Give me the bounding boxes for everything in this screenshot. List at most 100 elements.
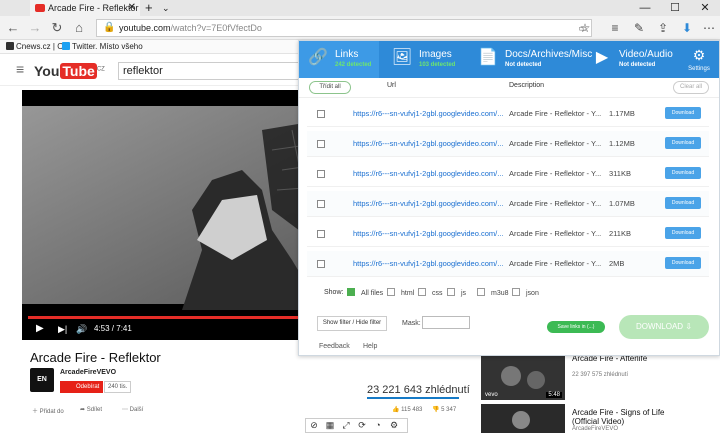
youtube-search-input[interactable]: reflektor xyxy=(118,62,300,80)
download-button[interactable]: Download xyxy=(665,257,701,269)
row-description: Arcade Fire - Reflektor - Y... xyxy=(509,229,602,238)
row-url[interactable]: https://r6---sn-vufvj1-2gbl.googlevideo.… xyxy=(353,229,503,238)
filter-html[interactable]: html xyxy=(387,288,414,297)
add-to-button[interactable]: ＋ Přidat do xyxy=(32,406,64,415)
filter-json[interactable]: json xyxy=(512,288,539,297)
tab-docs[interactable]: 📄 Docs/Archives/Misc Not detected xyxy=(469,41,592,78)
floating-toolbar: ⊘ ▦ ⤢ ⟳ ◔ ⚙ xyxy=(305,418,408,433)
download-all-button[interactable]: DOWNLOAD ⇩ xyxy=(619,315,709,339)
links-table-header: Třídit all Url Description Clear all xyxy=(299,78,719,98)
download-button[interactable]: Download xyxy=(665,197,701,209)
browser-tab[interactable]: Arcade Fire - Reflektor ✕ xyxy=(30,0,140,16)
toggle-filter-button[interactable]: Show filter / Hide filter xyxy=(317,316,387,331)
youtube-logo[interactable]: You Tube CZ xyxy=(34,63,105,79)
feedback-link[interactable]: Feedback xyxy=(319,343,350,350)
tab-video-audio[interactable]: ▶ Video/Audio Not detected xyxy=(583,41,679,78)
row-checkbox[interactable] xyxy=(317,170,325,178)
related-duration: 5:48 xyxy=(546,392,562,398)
table-row: https://r6---sn-vufvj1-2gbl.googlevideo.… xyxy=(307,221,709,247)
like-button[interactable]: 👍 115 483 xyxy=(392,406,422,413)
cnews-icon xyxy=(6,42,14,50)
refresh-icon[interactable]: ↻ xyxy=(48,16,66,40)
channel-avatar[interactable]: EN xyxy=(30,368,54,392)
twitter-icon xyxy=(62,42,70,50)
forward-icon[interactable]: → xyxy=(26,16,44,40)
share-button[interactable]: ➦ Sdílet xyxy=(80,406,102,413)
settings-icon[interactable]: ⚙ xyxy=(386,419,402,432)
tab-images[interactable]: 🖼 Images 103 detected xyxy=(383,41,465,78)
row-checkbox[interactable] xyxy=(317,110,325,118)
download-extension-panel: 🔗 Links 242 detected 🖼 Images 103 detect… xyxy=(298,40,720,356)
row-checkbox[interactable] xyxy=(317,140,325,148)
filter-all-files[interactable]: All files xyxy=(347,288,383,297)
home-icon[interactable]: ⌂ xyxy=(70,16,88,40)
dislike-button[interactable]: 👎 5 347 xyxy=(432,406,456,413)
back-icon[interactable]: ← xyxy=(4,16,22,40)
channel-name[interactable]: ArcadeFireVEVO xyxy=(60,369,116,376)
row-checkbox[interactable] xyxy=(317,230,325,238)
filter-checkbox[interactable] xyxy=(347,288,355,296)
play-icon[interactable]: ▶ xyxy=(36,318,44,340)
row-url[interactable]: https://r6---sn-vufvj1-2gbl.googlevideo.… xyxy=(353,139,503,148)
favorite-twitter[interactable]: Twitter. Místo všeho xyxy=(62,40,143,54)
hub-icon[interactable]: ≡ xyxy=(606,16,624,40)
mask-input[interactable] xyxy=(422,316,470,329)
address-bar[interactable]: 🔒 youtube.com/watch?v=7E0fVfectDo ▭ xyxy=(96,19,592,37)
tab-list-icon[interactable]: ⌄ xyxy=(162,0,170,16)
related-meta: ArcadeFireVEVO xyxy=(572,426,619,432)
volume-icon[interactable]: 🔊 xyxy=(76,318,87,340)
settings-button[interactable]: ⚙ Settings xyxy=(679,41,719,78)
select-all-button[interactable]: Třídit all xyxy=(309,81,351,94)
favorite-cnews[interactable]: Cnews.cz | Od xyxy=(6,40,68,54)
next-icon[interactable]: ▶| xyxy=(58,318,67,340)
related-thumbnail[interactable]: 5:48 xyxy=(481,392,565,433)
new-tab-button[interactable]: + xyxy=(145,0,153,16)
filter-css[interactable]: css xyxy=(418,288,443,297)
refresh-icon[interactable]: ⟳ xyxy=(354,419,370,432)
row-url[interactable]: https://r6---sn-vufvj1-2gbl.googlevideo.… xyxy=(353,169,503,178)
filter-checkbox[interactable] xyxy=(447,288,455,296)
filter-checkbox[interactable] xyxy=(418,288,426,296)
save-links-button[interactable]: Save links in (...) xyxy=(547,321,605,333)
more-icon[interactable]: ⋯ xyxy=(700,16,718,40)
filter-checkbox[interactable] xyxy=(512,288,520,296)
help-link[interactable]: Help xyxy=(363,343,377,350)
minimize-button[interactable]: — xyxy=(630,0,660,16)
filter-checkbox[interactable] xyxy=(387,288,395,296)
block-icon[interactable]: ⊘ xyxy=(306,419,322,432)
filter-js[interactable]: js xyxy=(447,288,466,297)
row-url[interactable]: https://r6---sn-vufvj1-2gbl.googlevideo.… xyxy=(353,259,503,268)
download-button[interactable]: Download xyxy=(665,137,701,149)
show-label: Show: xyxy=(324,289,344,296)
row-url[interactable]: https://r6---sn-vufvj1-2gbl.googlevideo.… xyxy=(353,109,503,118)
view-count: 23 221 643 zhlédnutí xyxy=(367,384,470,396)
download-button[interactable]: Download xyxy=(665,107,701,119)
favorite-star-icon[interactable]: ☆ xyxy=(576,16,594,40)
row-checkbox[interactable] xyxy=(317,200,325,208)
menu-icon[interactable]: ≡ xyxy=(16,61,24,77)
maximize-button[interactable]: ☐ xyxy=(660,0,690,16)
notes-icon[interactable]: ✎ xyxy=(630,16,648,40)
row-checkbox[interactable] xyxy=(317,260,325,268)
tab-links[interactable]: 🔗 Links 242 detected xyxy=(299,41,379,78)
subscribe-button[interactable]: Odebírat xyxy=(60,381,104,393)
tab-close-icon[interactable]: ✕ xyxy=(128,0,136,16)
gallery-icon[interactable]: ▦ xyxy=(322,419,338,432)
share-icon[interactable]: ⇪ xyxy=(654,16,672,40)
filter-checkbox[interactable] xyxy=(477,288,485,296)
clear-all-button[interactable]: Clear all xyxy=(673,81,709,94)
time-display: 4:53 / 7:41 xyxy=(94,324,132,333)
related-meta: 22 397 575 zhlédnutí xyxy=(572,372,629,378)
more-button[interactable]: ⋯ Další xyxy=(122,406,143,413)
related-title[interactable]: Arcade Fire - Signs of Life (Official Vi… xyxy=(572,408,682,426)
row-url[interactable]: https://r6---sn-vufvj1-2gbl.googlevideo.… xyxy=(353,199,503,208)
expand-icon[interactable]: ⤢ xyxy=(338,419,354,432)
video-progress-fill xyxy=(28,316,311,319)
download-button[interactable]: Download xyxy=(665,167,701,179)
download-button[interactable]: Download xyxy=(665,227,701,239)
table-row: https://r6---sn-vufvj1-2gbl.googlevideo.… xyxy=(307,161,709,187)
close-window-button[interactable]: ✕ xyxy=(690,0,720,16)
speed-icon[interactable]: ◔ xyxy=(370,419,386,432)
extension-icon[interactable]: ⬇ xyxy=(678,16,696,40)
filter-m3u8[interactable]: m3u8 xyxy=(477,288,509,297)
